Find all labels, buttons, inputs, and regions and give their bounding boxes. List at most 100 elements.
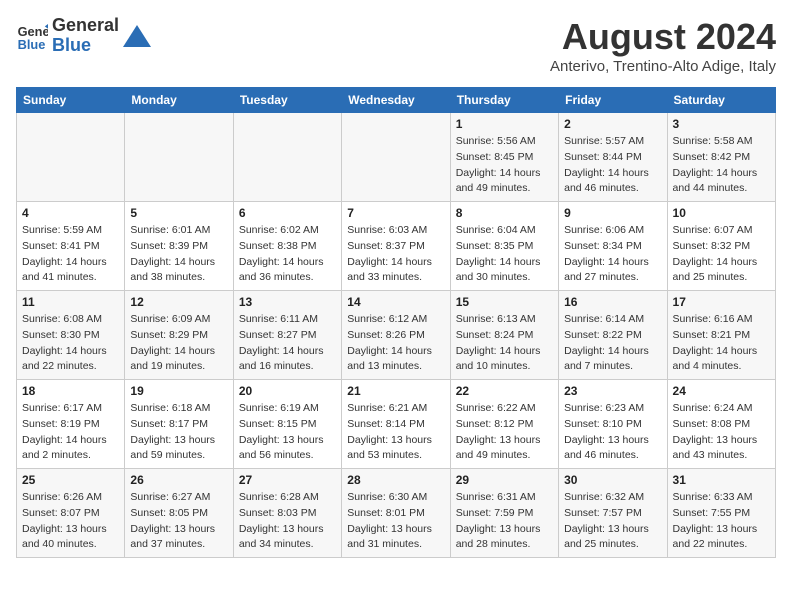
title-block: August 2024 Anterivo, Trentino-Alto Adig… xyxy=(550,16,776,75)
day-detail: Sunrise: 6:18 AM Sunset: 8:17 PM Dayligh… xyxy=(130,401,227,464)
day-number: 9 xyxy=(564,206,661,220)
day-cell: 31 Sunrise: 6:33 AM Sunset: 7:55 PM Dayli… xyxy=(667,469,775,558)
day-cell xyxy=(342,113,450,202)
day-cell: 28Sunrise: 6:30 AM Sunset: 8:01 PM Dayli… xyxy=(342,469,450,558)
day-number: 18 xyxy=(22,384,119,398)
day-number: 19 xyxy=(130,384,227,398)
day-cell: 24 Sunrise: 6:24 AM Sunset: 8:08 PM Dayli… xyxy=(667,380,775,469)
day-number: 30 xyxy=(564,473,661,487)
day-number: 21 xyxy=(347,384,444,398)
header-wednesday: Wednesday xyxy=(342,88,450,113)
day-cell: 16 Sunrise: 6:14 AM Sunset: 8:22 PM Dayli… xyxy=(559,291,667,380)
header-saturday: Saturday xyxy=(667,88,775,113)
day-cell: 26 Sunrise: 6:27 AM Sunset: 8:05 PM Dayli… xyxy=(125,469,233,558)
day-detail: Sunrise: 6:24 AM Sunset: 8:08 PM Dayligh… xyxy=(673,401,770,464)
day-detail: Sunrise: 6:31 AM Sunset: 7:59 PM Dayligh… xyxy=(456,490,553,553)
day-detail: Sunrise: 6:26 AM Sunset: 8:07 PM Dayligh… xyxy=(22,490,119,553)
day-number: 15 xyxy=(456,295,553,309)
day-number: 31 xyxy=(673,473,770,487)
day-number: 5 xyxy=(130,206,227,220)
calendar-body: 1Sunrise: 5:56 AM Sunset: 8:45 PM Daylig… xyxy=(17,113,776,558)
day-cell: 3 Sunrise: 5:58 AM Sunset: 8:42 PM Daylig… xyxy=(667,113,775,202)
day-detail: Sunrise: 6:23 AM Sunset: 8:10 PM Dayligh… xyxy=(564,401,661,464)
day-number: 13 xyxy=(239,295,336,309)
header-sunday: Sunday xyxy=(17,88,125,113)
day-number: 25 xyxy=(22,473,119,487)
day-number: 20 xyxy=(239,384,336,398)
day-detail: Sunrise: 6:03 AM Sunset: 8:37 PM Dayligh… xyxy=(347,223,444,286)
day-detail: Sunrise: 6:32 AM Sunset: 7:57 PM Dayligh… xyxy=(564,490,661,553)
day-cell: 9Sunrise: 6:06 AM Sunset: 8:34 PM Daylig… xyxy=(559,202,667,291)
day-number: 11 xyxy=(22,295,119,309)
day-detail: Sunrise: 6:14 AM Sunset: 8:22 PM Dayligh… xyxy=(564,312,661,375)
day-detail: Sunrise: 6:07 AM Sunset: 8:32 PM Dayligh… xyxy=(673,223,770,286)
day-number: 17 xyxy=(673,295,770,309)
header-monday: Monday xyxy=(125,88,233,113)
day-cell xyxy=(125,113,233,202)
day-cell: 12 Sunrise: 6:09 AM Sunset: 8:29 PM Dayli… xyxy=(125,291,233,380)
day-detail: Sunrise: 6:21 AM Sunset: 8:14 PM Dayligh… xyxy=(347,401,444,464)
week-row-3: 11 Sunrise: 6:08 AM Sunset: 8:30 PM Dayli… xyxy=(17,291,776,380)
day-detail: Sunrise: 6:11 AM Sunset: 8:27 PM Dayligh… xyxy=(239,312,336,375)
day-number: 29 xyxy=(456,473,553,487)
logo: General Blue General Blue xyxy=(16,16,151,56)
week-row-5: 25 Sunrise: 6:26 AM Sunset: 8:07 PM Dayli… xyxy=(17,469,776,558)
week-row-2: 4Sunrise: 5:59 AM Sunset: 8:41 PM Daylig… xyxy=(17,202,776,291)
day-cell: 21 Sunrise: 6:21 AM Sunset: 8:14 PM Dayli… xyxy=(342,380,450,469)
day-cell: 20 Sunrise: 6:19 AM Sunset: 8:15 PM Dayli… xyxy=(233,380,341,469)
calendar-title: August 2024 xyxy=(550,16,776,58)
day-cell: 27Sunrise: 6:28 AM Sunset: 8:03 PM Dayli… xyxy=(233,469,341,558)
day-cell: 11 Sunrise: 6:08 AM Sunset: 8:30 PM Dayli… xyxy=(17,291,125,380)
day-number: 16 xyxy=(564,295,661,309)
day-cell: 1Sunrise: 5:56 AM Sunset: 8:45 PM Daylig… xyxy=(450,113,558,202)
day-detail: Sunrise: 6:13 AM Sunset: 8:24 PM Dayligh… xyxy=(456,312,553,375)
day-number: 26 xyxy=(130,473,227,487)
week-row-1: 1Sunrise: 5:56 AM Sunset: 8:45 PM Daylig… xyxy=(17,113,776,202)
logo-line2: Blue xyxy=(52,36,119,56)
day-detail: Sunrise: 6:02 AM Sunset: 8:38 PM Dayligh… xyxy=(239,223,336,286)
day-cell: 5 Sunrise: 6:01 AM Sunset: 8:39 PM Daylig… xyxy=(125,202,233,291)
header-row: SundayMondayTuesdayWednesdayThursdayFrid… xyxy=(17,88,776,113)
logo-icon: General Blue xyxy=(16,20,48,52)
day-number: 3 xyxy=(673,117,770,131)
day-detail: Sunrise: 6:09 AM Sunset: 8:29 PM Dayligh… xyxy=(130,312,227,375)
day-cell: 15 Sunrise: 6:13 AM Sunset: 8:24 PM Dayli… xyxy=(450,291,558,380)
day-number: 6 xyxy=(239,206,336,220)
day-cell: 10 Sunrise: 6:07 AM Sunset: 8:32 PM Dayli… xyxy=(667,202,775,291)
day-detail: Sunrise: 6:27 AM Sunset: 8:05 PM Dayligh… xyxy=(130,490,227,553)
day-detail: Sunrise: 6:08 AM Sunset: 8:30 PM Dayligh… xyxy=(22,312,119,375)
day-detail: Sunrise: 6:16 AM Sunset: 8:21 PM Dayligh… xyxy=(673,312,770,375)
day-number: 7 xyxy=(347,206,444,220)
logo-line1: General xyxy=(52,16,119,36)
day-detail: Sunrise: 6:04 AM Sunset: 8:35 PM Dayligh… xyxy=(456,223,553,286)
day-cell xyxy=(233,113,341,202)
day-detail: Sunrise: 5:58 AM Sunset: 8:42 PM Dayligh… xyxy=(673,134,770,197)
day-detail: Sunrise: 6:33 AM Sunset: 7:55 PM Dayligh… xyxy=(673,490,770,553)
day-cell: 6 Sunrise: 6:02 AM Sunset: 8:38 PM Daylig… xyxy=(233,202,341,291)
day-detail: Sunrise: 6:01 AM Sunset: 8:39 PM Dayligh… xyxy=(130,223,227,286)
day-number: 24 xyxy=(673,384,770,398)
day-cell: 25 Sunrise: 6:26 AM Sunset: 8:07 PM Dayli… xyxy=(17,469,125,558)
day-number: 23 xyxy=(564,384,661,398)
calendar-header: SundayMondayTuesdayWednesdayThursdayFrid… xyxy=(17,88,776,113)
day-cell: 19 Sunrise: 6:18 AM Sunset: 8:17 PM Dayli… xyxy=(125,380,233,469)
day-cell: 17 Sunrise: 6:16 AM Sunset: 8:21 PM Dayli… xyxy=(667,291,775,380)
day-detail: Sunrise: 5:56 AM Sunset: 8:45 PM Dayligh… xyxy=(456,134,553,197)
day-detail: Sunrise: 5:57 AM Sunset: 8:44 PM Dayligh… xyxy=(564,134,661,197)
logo-triangle-icon xyxy=(123,25,151,47)
day-detail: Sunrise: 6:12 AM Sunset: 8:26 PM Dayligh… xyxy=(347,312,444,375)
day-cell: 18Sunrise: 6:17 AM Sunset: 8:19 PM Dayli… xyxy=(17,380,125,469)
week-row-4: 18Sunrise: 6:17 AM Sunset: 8:19 PM Dayli… xyxy=(17,380,776,469)
day-detail: Sunrise: 6:19 AM Sunset: 8:15 PM Dayligh… xyxy=(239,401,336,464)
day-number: 10 xyxy=(673,206,770,220)
header-friday: Friday xyxy=(559,88,667,113)
day-number: 14 xyxy=(347,295,444,309)
day-cell: 8Sunrise: 6:04 AM Sunset: 8:35 PM Daylig… xyxy=(450,202,558,291)
day-detail: Sunrise: 5:59 AM Sunset: 8:41 PM Dayligh… xyxy=(22,223,119,286)
day-number: 2 xyxy=(564,117,661,131)
day-cell: 14 Sunrise: 6:12 AM Sunset: 8:26 PM Dayli… xyxy=(342,291,450,380)
page-header: General Blue General Blue August 2024 An… xyxy=(16,16,776,75)
day-cell: 30 Sunrise: 6:32 AM Sunset: 7:57 PM Dayli… xyxy=(559,469,667,558)
day-number: 22 xyxy=(456,384,553,398)
day-number: 12 xyxy=(130,295,227,309)
